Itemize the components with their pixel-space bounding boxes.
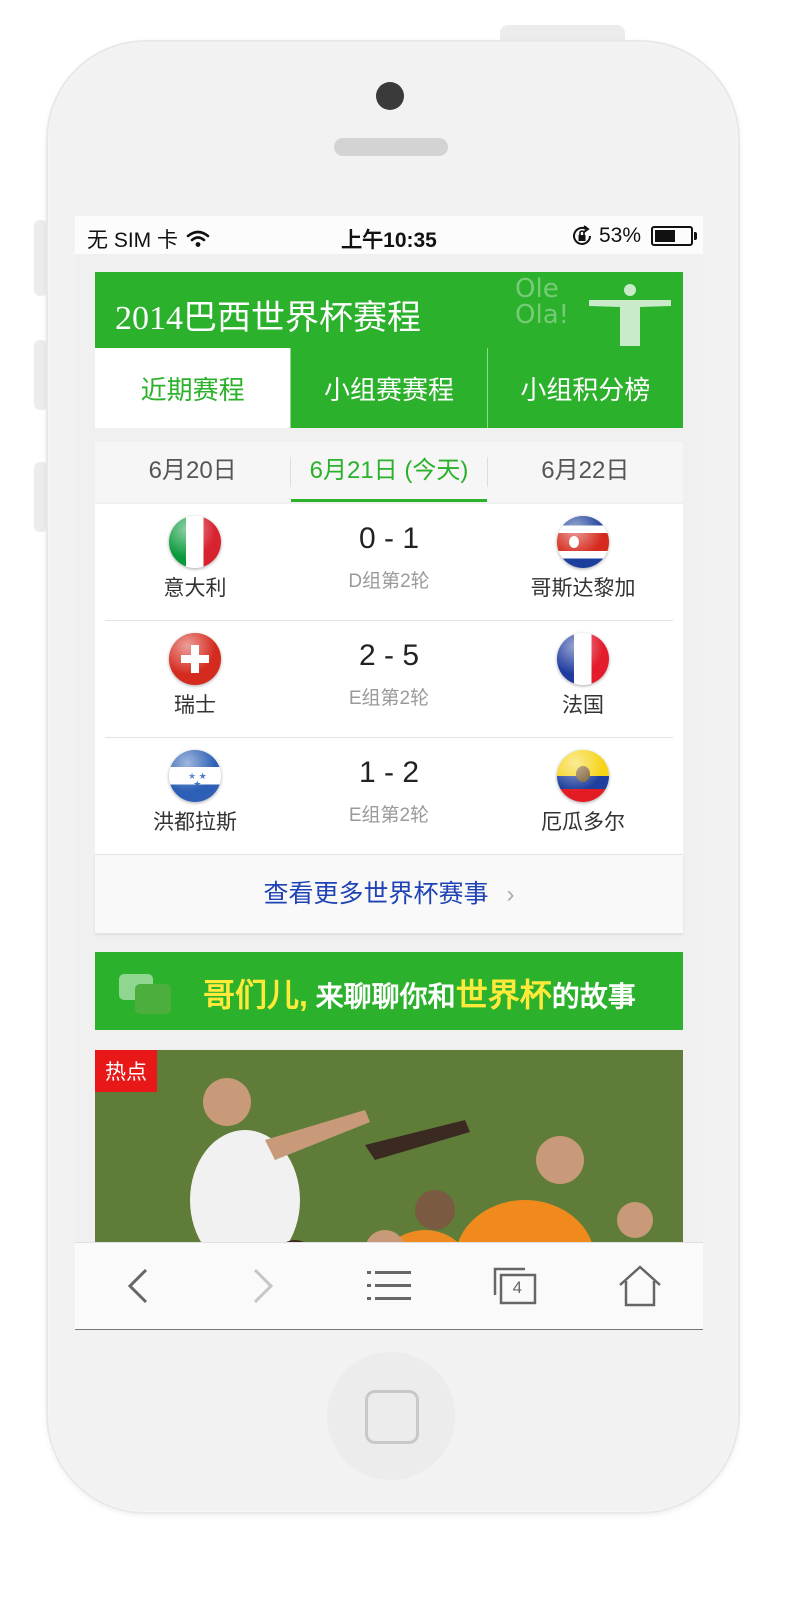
more-matches-label: 查看更多世界杯赛事	[263, 880, 489, 908]
more-matches-link[interactable]: 查看更多世界杯赛事 ›	[95, 854, 683, 933]
banner-text-part2: 来聊聊你和	[307, 981, 456, 1012]
home-team-name: 洪都拉斯	[153, 811, 237, 834]
home-button[interactable]	[327, 1352, 455, 1480]
away-team: 哥斯达黎加	[493, 504, 673, 602]
match-score: 2 - 5	[358, 639, 420, 672]
tabs-button[interactable]: 4	[452, 1243, 578, 1329]
italy-flag-icon	[169, 516, 221, 568]
back-button[interactable]	[75, 1243, 201, 1329]
away-team-name: 厄瓜多尔	[541, 811, 625, 834]
banner-text-part4: 的故事	[551, 981, 636, 1012]
match-list: 意大利 0 - 1 D组第2轮 哥斯达黎加 瑞士 2 - 5 E组第2轮 法国 …	[95, 504, 683, 854]
menu-button[interactable]	[326, 1243, 452, 1329]
honduras-flag-icon: ★ ★ ★	[169, 750, 221, 802]
home-team: 意大利	[105, 504, 285, 602]
away-team-name: 法国	[562, 694, 604, 717]
home-team: ★ ★ ★ 洪都拉斯	[105, 738, 285, 836]
ecuador-flag-icon	[557, 750, 609, 802]
away-team: 厄瓜多尔	[493, 738, 673, 836]
battery-percent: 53%	[598, 224, 641, 247]
switzerland-flag-icon	[169, 633, 221, 685]
match-round: D组第2轮	[348, 571, 430, 592]
hot-badge: 热点	[95, 1050, 157, 1092]
tab-bar: 近期赛程 小组赛赛程 小组积分榜	[95, 348, 683, 428]
match-score: 0 - 1	[358, 522, 420, 555]
forward-button[interactable]	[201, 1243, 327, 1329]
away-team-name: 哥斯达黎加	[530, 577, 636, 600]
forward-icon	[254, 1268, 274, 1304]
home-team: 瑞士	[105, 621, 285, 719]
date-jun21-today[interactable]: 6月21日 (今天)	[291, 442, 487, 502]
home-square-icon	[365, 1390, 419, 1444]
match-row[interactable]: 意大利 0 - 1 D组第2轮 哥斯达黎加	[105, 504, 673, 621]
away-team: 法国	[493, 621, 673, 719]
banner-text-part1: 哥们儿,	[203, 977, 308, 1013]
date-jun22[interactable]: 6月22日	[488, 442, 683, 502]
screen: 无 SIM 卡 上午10:35 53% 2014巴西世界杯赛程 Ole Ola!	[75, 216, 703, 1330]
home-team-name: 瑞士	[174, 694, 216, 717]
home-nav-button[interactable]	[577, 1243, 703, 1329]
banner-text: 哥们儿, 来聊聊你和世界杯的故事	[203, 970, 636, 1016]
christ-redeemer-icon	[589, 284, 671, 346]
home-team-name: 意大利	[163, 577, 227, 600]
status-bar: 无 SIM 卡 上午10:35 53%	[75, 216, 703, 254]
match-score: 1 - 2	[358, 756, 420, 789]
match-row[interactable]: 瑞士 2 - 5 E组第2轮 法国	[105, 621, 673, 738]
page-header: 2014巴西世界杯赛程 Ole Ola!	[95, 272, 683, 348]
banner-text-part3: 世界杯	[455, 977, 552, 1013]
tab-group-schedule[interactable]: 小组赛赛程	[290, 348, 487, 428]
chat-bubble-icon	[135, 984, 171, 1014]
battery-icon	[651, 226, 697, 246]
deco-text-ole: Ole	[515, 274, 559, 304]
back-icon	[127, 1268, 147, 1304]
match-round: E组第2轮	[348, 805, 430, 826]
match-round: E组第2轮	[348, 688, 430, 709]
date-selector: 6月20日 6月21日 (今天) 6月22日	[95, 442, 683, 502]
deco-text-ola: Ola!	[515, 300, 570, 330]
chat-banner[interactable]: 哥们儿, 来聊聊你和世界杯的故事	[95, 952, 683, 1030]
menu-icon	[366, 1271, 411, 1300]
header-decoration-text: Ole Ola!	[515, 276, 569, 328]
tab-recent-schedule[interactable]: 近期赛程	[95, 348, 291, 428]
chevron-right-icon: ›	[506, 881, 515, 908]
tabs-count: 4	[512, 1278, 523, 1297]
match-row[interactable]: ★ ★ ★ 洪都拉斯 1 - 2 E组第2轮 厄瓜多尔	[105, 738, 673, 854]
earpiece-speaker	[334, 138, 448, 156]
costa-rica-flag-icon	[557, 516, 609, 568]
front-camera	[376, 82, 404, 110]
tab-group-standings[interactable]: 小组积分榜	[486, 348, 683, 428]
date-jun20[interactable]: 6月20日	[95, 442, 290, 502]
rotation-lock-icon	[572, 225, 591, 245]
france-flag-icon	[557, 633, 609, 685]
home-icon	[619, 1265, 662, 1307]
page-title: 2014巴西世界杯赛程	[115, 300, 421, 337]
browser-toolbar: 4	[75, 1242, 703, 1330]
